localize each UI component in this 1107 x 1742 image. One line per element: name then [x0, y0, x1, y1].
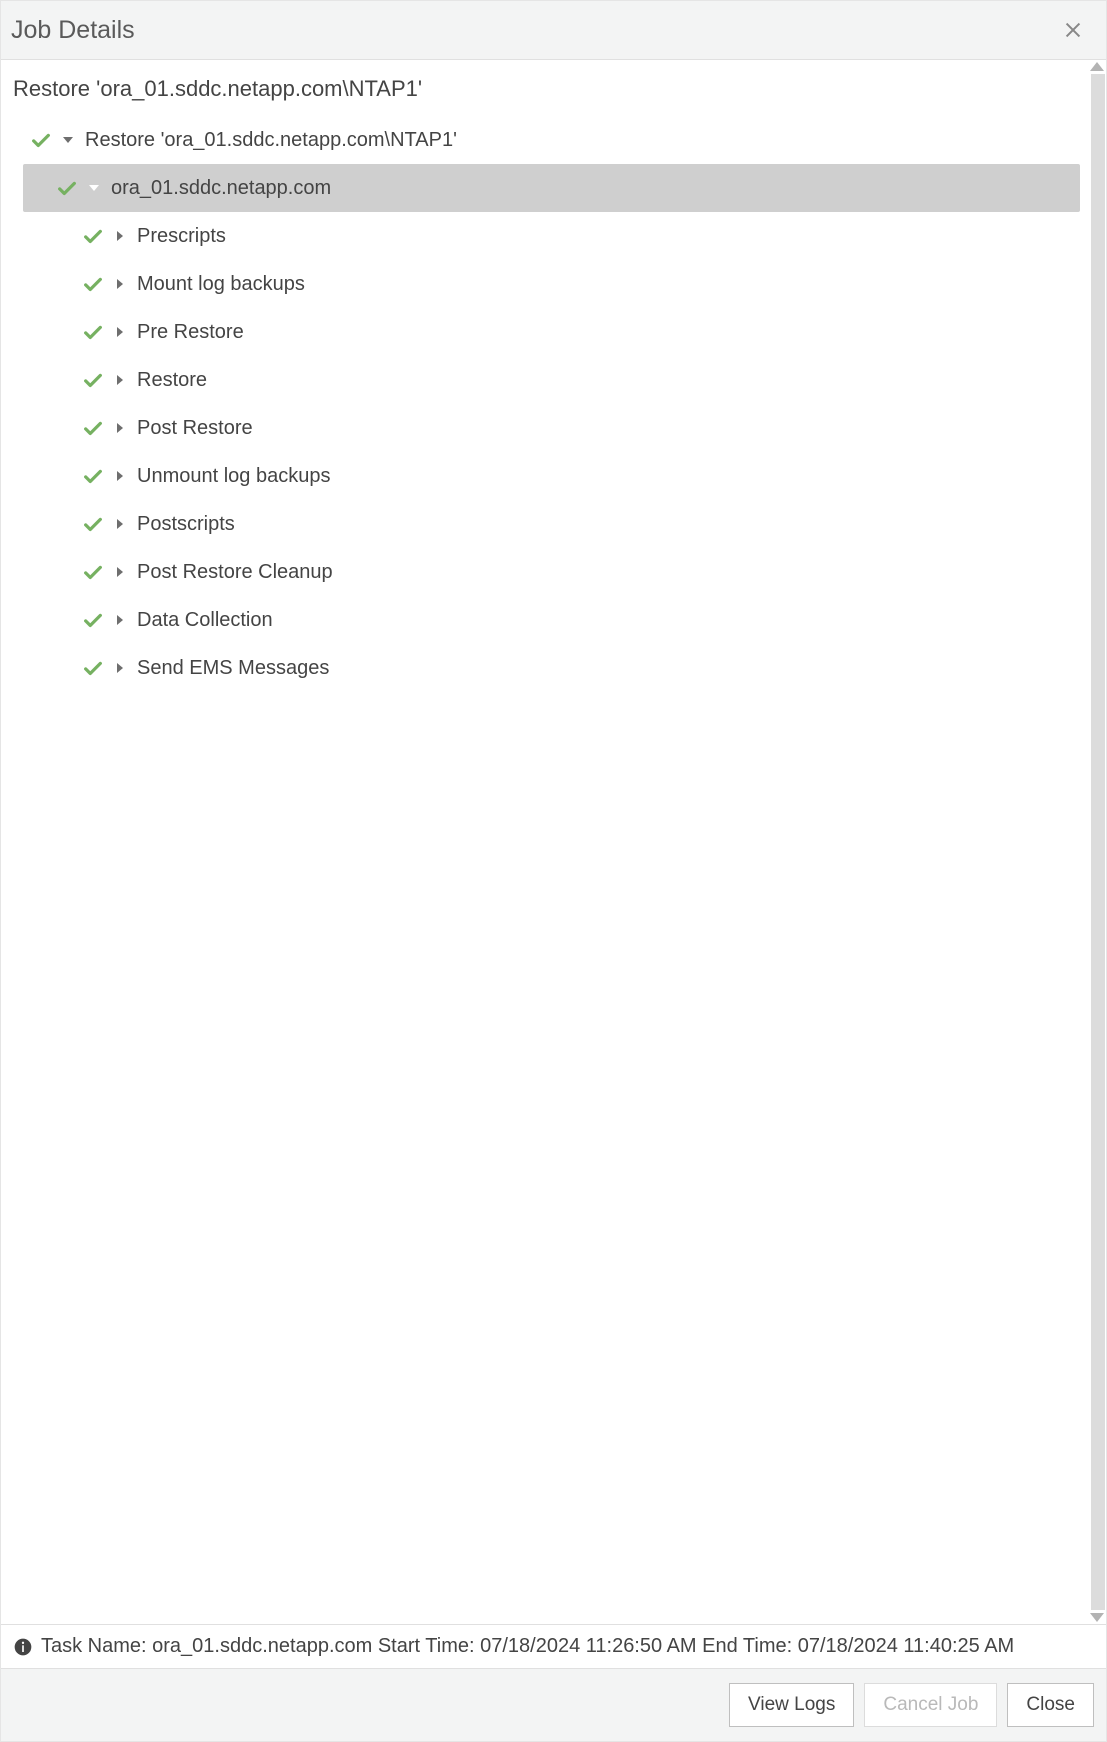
scroll-down-icon[interactable]	[1090, 1613, 1104, 1622]
chevron-right-icon[interactable]	[111, 467, 129, 485]
checkmark-icon	[82, 609, 104, 631]
modal-footer: View Logs Cancel Job Close	[1, 1668, 1106, 1741]
modal-header: Job Details	[1, 1, 1106, 60]
tree-row-step[interactable]: Restore	[23, 356, 1080, 404]
tree-label: Post Restore Cleanup	[135, 561, 333, 584]
chevron-right-icon[interactable]	[111, 323, 129, 341]
tree-label: Unmount log backups	[135, 465, 330, 488]
scrollbar-track[interactable]	[1091, 74, 1105, 1610]
info-icon	[13, 1637, 33, 1657]
tree-row-step[interactable]: Post Restore	[23, 404, 1080, 452]
chevron-right-icon[interactable]	[111, 227, 129, 245]
tree-label: Restore	[135, 369, 207, 392]
modal-body: Restore 'ora_01.sddc.netapp.com\NTAP1' R…	[1, 60, 1106, 1668]
tree-row-host[interactable]: ora_01.sddc.netapp.com	[23, 164, 1080, 212]
tree-label: Send EMS Messages	[135, 657, 329, 680]
cancel-job-button: Cancel Job	[864, 1683, 997, 1727]
chevron-right-icon[interactable]	[111, 275, 129, 293]
scroll-up-icon[interactable]	[1090, 62, 1104, 71]
close-icon[interactable]	[1058, 15, 1088, 45]
tree-row-step[interactable]: Mount log backups	[23, 260, 1080, 308]
task-info-text: Task Name: ora_01.sddc.netapp.com Start …	[41, 1635, 1014, 1658]
task-info-bar: Task Name: ora_01.sddc.netapp.com Start …	[1, 1624, 1106, 1668]
chevron-right-icon[interactable]	[111, 515, 129, 533]
chevron-down-icon[interactable]	[85, 179, 103, 197]
close-button[interactable]: Close	[1007, 1683, 1094, 1727]
tree-row-step[interactable]: Postscripts	[23, 500, 1080, 548]
checkmark-icon	[30, 129, 52, 151]
tree-label: Mount log backups	[135, 273, 305, 296]
checkmark-icon	[82, 417, 104, 439]
chevron-down-icon[interactable]	[59, 131, 77, 149]
checkmark-icon	[82, 321, 104, 343]
tree-row-step[interactable]: Data Collection	[23, 596, 1080, 644]
chevron-right-icon[interactable]	[111, 563, 129, 581]
chevron-right-icon[interactable]	[111, 371, 129, 389]
job-title: Restore 'ora_01.sddc.netapp.com\NTAP1'	[1, 60, 1106, 116]
view-logs-button[interactable]: View Logs	[729, 1683, 854, 1727]
tree-label: Restore 'ora_01.sddc.netapp.com\NTAP1'	[83, 129, 457, 152]
tree-row-step[interactable]: Send EMS Messages	[23, 644, 1080, 692]
checkmark-icon	[82, 513, 104, 535]
modal-title: Job Details	[11, 16, 135, 45]
checkmark-icon	[82, 657, 104, 679]
tree-label: Post Restore	[135, 417, 253, 440]
checkmark-icon	[82, 465, 104, 487]
checkmark-icon	[82, 369, 104, 391]
job-details-modal: Job Details Restore 'ora_01.sddc.netapp.…	[0, 0, 1107, 1742]
tree-label: Prescripts	[135, 225, 226, 248]
checkmark-icon	[56, 177, 78, 199]
chevron-right-icon[interactable]	[111, 659, 129, 677]
tree-row-step[interactable]: Pre Restore	[23, 308, 1080, 356]
checkmark-icon	[82, 561, 104, 583]
tree-row-step[interactable]: Prescripts	[23, 212, 1080, 260]
checkmark-icon	[82, 225, 104, 247]
tree-row-root[interactable]: Restore 'ora_01.sddc.netapp.com\NTAP1'	[23, 116, 1080, 164]
tree-row-step[interactable]: Post Restore Cleanup	[23, 548, 1080, 596]
tree-label: ora_01.sddc.netapp.com	[109, 177, 331, 200]
chevron-right-icon[interactable]	[111, 611, 129, 629]
tree-row-step[interactable]: Unmount log backups	[23, 452, 1080, 500]
job-steps-tree: Restore 'ora_01.sddc.netapp.com\NTAP1' o…	[1, 116, 1106, 692]
tree-label: Pre Restore	[135, 321, 244, 344]
chevron-right-icon[interactable]	[111, 419, 129, 437]
checkmark-icon	[82, 273, 104, 295]
tree-label: Data Collection	[135, 609, 273, 632]
tree-label: Postscripts	[135, 513, 235, 536]
